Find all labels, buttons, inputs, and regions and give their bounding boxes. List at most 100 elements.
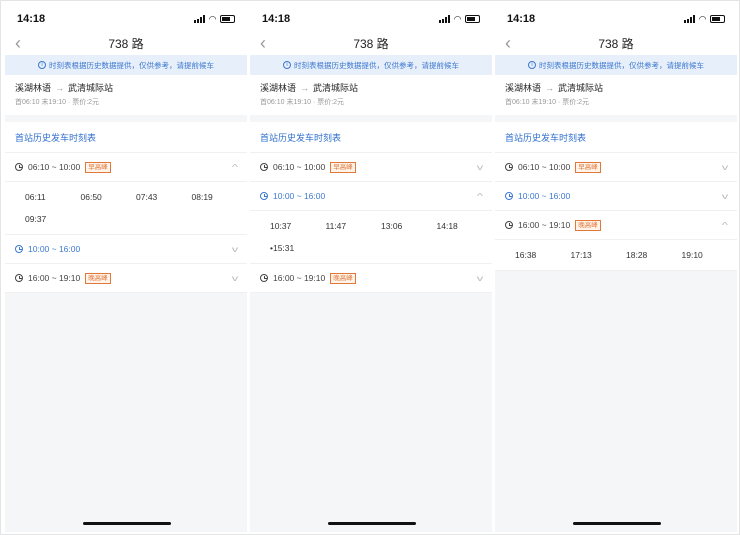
from-station: 溪湖林语 (260, 83, 297, 93)
home-indicator[interactable] (83, 522, 171, 525)
page-title: 738 路 (108, 37, 144, 51)
departure-time: 08:19 (191, 192, 213, 202)
peak-tag: 晚高峰 (575, 219, 601, 231)
departure-time: 06:50 (80, 192, 102, 202)
to-station: 武清城际站 (558, 83, 604, 93)
notice-text: 时刻表根据历史数据提供，仅供参考，请提前候车 (49, 60, 214, 70)
nav-bar: ‹ 738 路 (5, 33, 247, 55)
period-range: 06:10 ~ 10:00 (273, 162, 326, 172)
departure-time: 14:18 (436, 221, 458, 231)
status-time: 14:18 (17, 13, 46, 25)
battery-icon (220, 15, 235, 23)
departure-time: •15:31 (270, 243, 295, 253)
arrow-icon: → (55, 83, 65, 93)
clock-icon (15, 274, 23, 282)
wifi-icon: ◠ (209, 13, 216, 24)
timetable-section: 首站历史发车时刻表 06:10 ~ 10:00 早高峰 ^ 06:11 06:50 07:4… (5, 122, 247, 293)
clock-icon (260, 163, 268, 171)
period-range: 10:00 ~ 16:00 (28, 244, 81, 254)
route-meta: 首06:10 末19:10 · 票价:2元 (260, 99, 345, 106)
departure-time: 17:13 (570, 250, 592, 260)
period-row[interactable]: 10:00 ~ 16:00 v (5, 235, 247, 264)
timetable-section: 首站历史发车时刻表 06:10 ~ 10:00 早高峰 v 10:00 ~ 16:00 v… (495, 122, 737, 271)
chevron-down-icon[interactable]: v (477, 274, 483, 283)
notice-banner: i 时刻表根据历史数据提供，仅供参考，请提前候车 (495, 55, 737, 75)
info-icon: i (38, 61, 46, 69)
to-station: 武清城际站 (68, 83, 114, 93)
notice-banner: i 时刻表根据历史数据提供，仅供参考，请提前候车 (5, 55, 247, 75)
clock-icon (260, 274, 268, 282)
section-title: 首站历史发车时刻表 (5, 122, 247, 153)
chevron-up-icon[interactable]: ^ (722, 221, 728, 230)
period-range: 06:10 ~ 10:00 (28, 162, 81, 172)
clock-icon (15, 163, 23, 171)
info-icon: i (283, 61, 291, 69)
route-stations: 溪湖林语 → 武清城际站 (505, 81, 727, 94)
peak-tag: 晚高峰 (330, 272, 356, 284)
departure-time: 16:38 (515, 250, 537, 260)
departure-time: 18:28 (626, 250, 648, 260)
route-stations: 溪湖林语 → 武清城际站 (15, 81, 237, 94)
home-indicator[interactable] (573, 522, 661, 525)
departure-time: 11:47 (325, 221, 347, 231)
period-row[interactable]: 16:00 ~ 19:10 晚高峰 v (250, 264, 492, 293)
status-bar: 14:18 ◠ (250, 5, 492, 33)
period-row[interactable]: 16:00 ~ 19:10 晚高峰 v (5, 264, 247, 293)
period-row[interactable]: 10:00 ~ 16:00 ^ (250, 182, 492, 211)
notice-text: 时刻表根据历史数据提供，仅供参考，请提前候车 (294, 60, 459, 70)
route-info: 溪湖林语 → 武清城际站首06:10 末19:10 · 票价:2元 (5, 75, 247, 115)
phone-screen: 14:18 ◠ ‹ 738 路 i 时刻表根据历史数据提供，仅供参考，请提前候车溪湖林语 →… (495, 5, 737, 532)
page-title: 738 路 (598, 37, 634, 51)
departure-time: 19:10 (681, 250, 703, 260)
wifi-icon: ◠ (699, 13, 706, 24)
arrow-icon: → (300, 83, 310, 93)
from-station: 溪湖林语 (505, 83, 542, 93)
period-range: 10:00 ~ 16:00 (518, 191, 571, 201)
back-button[interactable]: ‹ (15, 33, 21, 53)
back-button[interactable]: ‹ (505, 33, 511, 53)
period-range: 06:10 ~ 10:00 (518, 162, 571, 172)
section-title: 首站历史发车时刻表 (250, 122, 492, 153)
chevron-down-icon[interactable]: v (232, 245, 238, 254)
back-button[interactable]: ‹ (260, 33, 266, 53)
timetable-section: 首站历史发车时刻表 06:10 ~ 10:00 早高峰 v 10:00 ~ 16:00 ^… (250, 122, 492, 293)
departure-time: 07:43 (136, 192, 158, 202)
period-range: 10:00 ~ 16:00 (273, 191, 326, 201)
peak-tag: 早高峰 (330, 161, 356, 173)
period-row[interactable]: 10:00 ~ 16:00 v (495, 182, 737, 211)
period-row[interactable]: 06:10 ~ 10:00 早高峰 v (250, 153, 492, 182)
period-row[interactable]: 06:10 ~ 10:00 早高峰 v (495, 153, 737, 182)
chevron-down-icon[interactable]: v (722, 163, 728, 172)
page-title: 738 路 (353, 37, 389, 51)
from-station: 溪湖林语 (15, 83, 52, 93)
departure-times: 10:37 11:47 13:06 14:18 •15:31 (250, 211, 492, 264)
to-station: 武清城际站 (313, 83, 359, 93)
period-range: 16:00 ~ 19:10 (273, 273, 326, 283)
period-row[interactable]: 16:00 ~ 19:10 晚高峰 ^ (495, 211, 737, 240)
chevron-up-icon[interactable]: ^ (477, 192, 483, 201)
nav-bar: ‹ 738 路 (495, 33, 737, 55)
departure-times: 06:11 06:50 07:43 08:19 09:37 (5, 182, 247, 235)
home-indicator[interactable] (328, 522, 416, 525)
chevron-down-icon[interactable]: v (477, 163, 483, 172)
status-icons: ◠ (194, 14, 235, 25)
phone-screen: 14:18 ◠ ‹ 738 路 i 时刻表根据历史数据提供，仅供参考，请提前候车 溪湖林语 →… (5, 5, 247, 532)
wifi-icon: ◠ (454, 13, 461, 24)
peak-tag: 晚高峰 (85, 272, 111, 284)
chevron-up-icon[interactable]: ^ (232, 163, 238, 172)
period-range: 16:00 ~ 19:10 (518, 220, 571, 230)
period-range: 16:00 ~ 19:10 (28, 273, 81, 283)
status-time: 14:18 (507, 13, 536, 25)
status-bar: 14:18 ◠ (495, 5, 737, 33)
info-icon: i (528, 61, 536, 69)
battery-icon (465, 15, 480, 23)
route-meta: 首06:10 末19:10 · 票价:2元 (15, 99, 100, 106)
peak-tag: 早高峰 (85, 161, 111, 173)
departure-time: 10:37 (270, 221, 292, 231)
period-row[interactable]: 06:10 ~ 10:00 早高峰 ^ (5, 153, 247, 182)
chevron-down-icon[interactable]: v (722, 192, 728, 201)
route-stations: 溪湖林语 → 武清城际站 (260, 81, 482, 94)
nav-bar: ‹ 738 路 (250, 33, 492, 55)
chevron-down-icon[interactable]: v (232, 274, 238, 283)
signal-icon (684, 15, 696, 23)
